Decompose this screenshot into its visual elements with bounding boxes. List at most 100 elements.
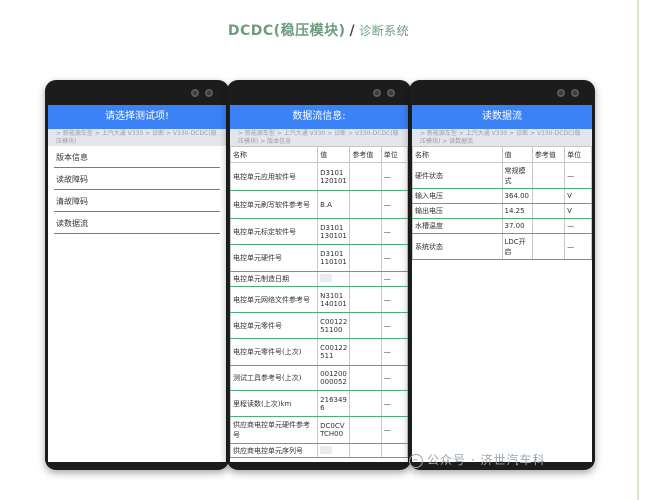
cell-name: 电控单元零件号(上次) (230, 338, 319, 366)
middle-titlebar: 数据流信息: (230, 105, 408, 129)
table-row: 电控单元零件号(上次) C00122 511 — (230, 338, 408, 366)
cell-reference (349, 162, 382, 191)
camera-icon (571, 89, 579, 97)
cell-value: C00122 51100 (317, 312, 351, 339)
left-breadcrumb: > 新能源车型 > 上汽大通 V330 > 诊断 > V330-DCDC(稳压模… (48, 129, 226, 146)
column-header-value: 值 (317, 146, 351, 163)
cell-name: 硬件状态 (412, 162, 503, 189)
cell-reference (349, 190, 382, 219)
middle-breadcrumb: > 新能源车型 > 上汽大通 V330 > 诊断 > V330-DCDC(稳压模… (230, 129, 408, 146)
cell-reference (349, 244, 382, 272)
cell-value (317, 271, 351, 287)
left-titlebar: 请选择测试项! (48, 105, 226, 129)
cell-unit: — (380, 365, 408, 391)
camera-icon (373, 89, 381, 97)
cell-reference (531, 162, 566, 189)
cell-reference (531, 218, 566, 234)
camera-icon (191, 89, 199, 97)
cell-unit: — (380, 286, 408, 313)
cell-unit (380, 443, 408, 458)
wechat-icon (409, 453, 423, 468)
phone-left: 请选择测试项! > 新能源车型 > 上汽大通 V330 > 诊断 > V330-… (45, 80, 229, 470)
phone-left-screen: 请选择测试项! > 新能源车型 > 上汽大通 V330 > 诊断 > V330-… (48, 105, 226, 462)
cell-unit: — (380, 338, 408, 366)
cell-unit: — (380, 190, 408, 219)
table-row: 电控单元零件号 C00122 51100 — (230, 312, 408, 339)
camera-icon (387, 89, 395, 97)
table-header-row: 名称 值 参考值 单位 (230, 146, 408, 163)
camera-icon (557, 89, 565, 97)
phone-right: 读数据流 > 新能源车型 > 上汽大通 V330 > 诊断 > V330-DCD… (409, 80, 595, 470)
menu-item-read-dtc[interactable]: 读故障码 (54, 168, 220, 190)
cell-value: 001200 000052 (317, 365, 351, 391)
cell-name: 电控单元制造日期 (230, 271, 319, 287)
redacted-value (320, 274, 333, 282)
cell-value: 37.00 (501, 218, 533, 234)
cell-name: 电控单元零件号 (230, 312, 319, 339)
table-row: 电控单元刷写软件参考号 B.A — (230, 190, 408, 219)
column-header-value: 值 (501, 146, 533, 163)
cell-name: 测试工具参考号(上次) (230, 365, 319, 391)
cell-value: D3101 130101 (317, 218, 351, 245)
table-row: 电控单元应用软件号 D3101 120101 — (230, 162, 408, 191)
table-row: 电控单元硬件号 D3101 110101 — (230, 244, 408, 272)
cell-reference (531, 188, 566, 204)
cell-unit: — (380, 218, 408, 245)
cell-name: 水槽温度 (412, 218, 503, 234)
cell-value: N3101 140101 (317, 286, 351, 313)
cell-value: B.A (317, 190, 351, 219)
cell-value: 14.25 (501, 203, 533, 219)
cell-reference (349, 312, 382, 339)
cell-name: 供应商电控单元序列号 (230, 443, 319, 458)
cell-value: LDC开启 (501, 233, 533, 260)
right-border-line (637, 0, 639, 500)
column-header-unit: 单位 (564, 146, 592, 163)
cell-value: 常规模式 (501, 162, 533, 189)
cell-name: 电控单元刷写软件参考号 (230, 190, 319, 219)
phone-middle-screen: 数据流信息: > 新能源车型 > 上汽大通 V330 > 诊断 > V330-D… (230, 105, 408, 462)
cell-name: 供应商电控单元硬件参考号 (230, 416, 319, 444)
page-title-main: DCDC(稳压模块) (227, 23, 346, 39)
cell-name: 系统状态 (412, 233, 503, 260)
table-row: 电控单元网络文件参考号 N3101 140101 — (230, 286, 408, 313)
cell-reference (349, 218, 382, 245)
camera-icon (205, 89, 213, 97)
cell-reference (349, 390, 382, 417)
cell-reference (531, 203, 566, 219)
table-row: 供应商电控单元硬件参考号 DC0CV TCH00 — (230, 416, 408, 444)
cell-unit: — (564, 218, 592, 234)
cell-unit: — (380, 162, 408, 191)
cell-unit: — (380, 271, 408, 287)
cell-reference (531, 233, 566, 260)
cell-value: 364.00 (501, 188, 533, 204)
datastream-table: 名称 值 参考值 单位 硬件状态 常规模式 — 输入电压 364.00 V 输出电压 14.2… (412, 146, 592, 260)
menu-item-clear-dtc[interactable]: 清故障码 (54, 190, 220, 212)
right-titlebar: 读数据流 (412, 105, 592, 129)
cell-name: 电控单元标定软件号 (230, 218, 319, 245)
menu-item-read-datastream[interactable]: 读数据流 (54, 212, 220, 234)
table-row: 水槽温度 37.00 — (412, 218, 592, 234)
table-row: 供应商电控单元序列号 (230, 443, 408, 458)
page-title: DCDC(稳压模块) / 诊断系统 (0, 20, 637, 40)
right-breadcrumb: > 新能源车型 > 上汽大通 V330 > 诊断 > V330-DCDC(稳压模… (412, 129, 592, 146)
column-header-name: 名称 (412, 146, 503, 163)
table-row: 输出电压 14.25 V (412, 203, 592, 219)
cell-name: 输出电压 (412, 203, 503, 219)
column-header-unit: 单位 (380, 146, 408, 163)
table-row: 输入电压 364.00 V (412, 188, 592, 204)
column-header-name: 名称 (230, 146, 319, 163)
cell-reference (349, 271, 382, 287)
column-header-reference: 参考值 (531, 146, 566, 163)
cell-unit: — (380, 390, 408, 417)
table-row: 测试工具参考号(上次) 001200 000052 — (230, 365, 408, 391)
watermark: 公众号 · 济世汽车科 (409, 451, 545, 468)
cell-name: 里程读数(上次)km (230, 390, 319, 417)
cell-unit: — (564, 162, 592, 189)
table-row: 电控单元制造日期 — (230, 271, 408, 287)
cell-unit: — (564, 233, 592, 260)
cell-reference (349, 416, 382, 444)
table-header-row: 名称 值 参考值 单位 (412, 146, 592, 163)
table-row: 电控单元标定软件号 D3101 130101 — (230, 218, 408, 245)
cell-value (317, 443, 351, 458)
menu-item-version-info[interactable]: 版本信息 (54, 146, 220, 168)
